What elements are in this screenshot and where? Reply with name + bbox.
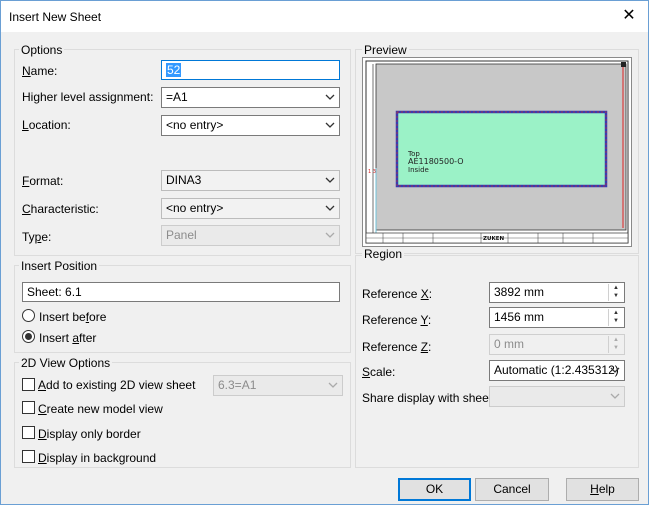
chevron-down-icon [328,382,338,388]
share-display-label: Share display with sheet: [362,391,496,405]
svg-text:1 3: 1 3 [368,169,376,175]
help-button[interactable]: Help [566,478,639,501]
options-group-label: Options [19,43,65,57]
higher-level-label: Higher level assignment: [22,90,154,104]
type-combo: Panel [161,225,340,246]
insert-after-radio[interactable] [22,330,35,343]
format-combo[interactable]: DINA3 [161,170,340,191]
insert-before-label[interactable]: Insert before [39,310,106,324]
cancel-button[interactable]: Cancel [475,478,549,501]
location-label: Location: [22,118,71,132]
create-model-checkbox[interactable] [22,401,35,414]
spin-down-icon[interactable]: ▼ [609,292,623,300]
ok-button[interactable]: OK [398,478,471,501]
preview-box-line-inside: Inside [408,166,429,174]
characteristic-combo[interactable]: <no entry> [161,198,340,219]
preview-title-block-brand: ZUKEN [483,236,504,242]
insert-after-label[interactable]: Insert after [39,331,96,345]
reference-y-spinner[interactable]: 1456 mm ▲ ▼ [489,307,625,328]
insert-before-radio[interactable] [22,309,35,322]
chevron-down-icon [325,205,335,211]
spin-up-icon[interactable]: ▲ [609,284,623,292]
reference-y-label: Reference Y: [362,313,432,327]
reference-z-spinner: 0 mm ▲ ▼ [489,334,625,355]
chevron-down-icon [325,177,335,183]
chevron-down-icon [610,367,620,373]
scale-label: Scale: [362,365,396,379]
higher-level-combo[interactable]: =A1 [161,87,340,108]
spin-up-icon[interactable]: ▲ [609,309,623,317]
sheet-preview-drawing: 1 3 Top AE1180500-O Inside ZUKEN [363,58,631,246]
type-label: Type: [22,230,52,244]
preview-box-line-id: AE1180500-O [408,157,464,166]
chevron-down-icon [325,122,335,128]
name-input[interactable]: 52 [161,60,340,80]
chevron-down-icon [325,232,335,238]
sheet-preview: 1 3 Top AE1180500-O Inside ZUKEN [362,57,632,247]
reference-x-spinner[interactable]: 3892 mm ▲ ▼ [489,282,625,303]
background-label[interactable]: Display in background [38,451,156,465]
name-label: Name: [22,64,58,78]
spin-down-icon: ▼ [613,345,619,351]
add-existing-label[interactable]: Add to existing 2D view sheet [38,378,195,392]
spinner-buttons[interactable]: ▲ ▼ [608,309,623,326]
chevron-down-icon [325,94,335,100]
title-bar: Insert New Sheet ✕ [1,1,648,32]
add-existing-checkbox[interactable] [22,378,35,391]
sheet-field: Sheet: 6.1 [22,282,340,302]
location-combo[interactable]: <no entry> [161,115,340,136]
scale-combo[interactable]: Automatic (1:2.435312) [489,360,625,381]
close-icon[interactable]: ✕ [616,4,642,28]
insert-position-group-label: Insert Position [19,259,100,273]
chevron-down-icon [610,393,620,399]
create-model-label[interactable]: Create new model view [38,402,163,416]
radio-selected-dot [25,333,32,340]
region-group-label: Region [362,247,405,261]
preview-group-label: Preview [362,43,409,57]
spinner-buttons[interactable]: ▲ ▼ [608,284,623,301]
dialog-title: Insert New Sheet [9,10,102,24]
reference-x-label: Reference X: [362,287,433,301]
spinner-buttons: ▲ ▼ [608,336,623,353]
reference-z-label: Reference Z: [362,340,432,354]
characteristic-label: Characteristic: [22,202,99,216]
only-border-checkbox[interactable] [22,426,35,439]
only-border-label[interactable]: Display only border [38,427,141,441]
insert-new-sheet-dialog: Insert New Sheet ✕ Options Name: 52 High… [0,0,649,505]
share-display-combo [489,386,625,407]
view2d-group-label: 2D View Options [19,356,113,370]
existing-view-combo: 6.3=A1 [213,375,343,396]
spin-up-icon: ▲ [613,337,619,343]
background-checkbox[interactable] [22,450,35,463]
format-label: Format: [22,174,64,188]
spin-down-icon[interactable]: ▼ [609,317,623,325]
